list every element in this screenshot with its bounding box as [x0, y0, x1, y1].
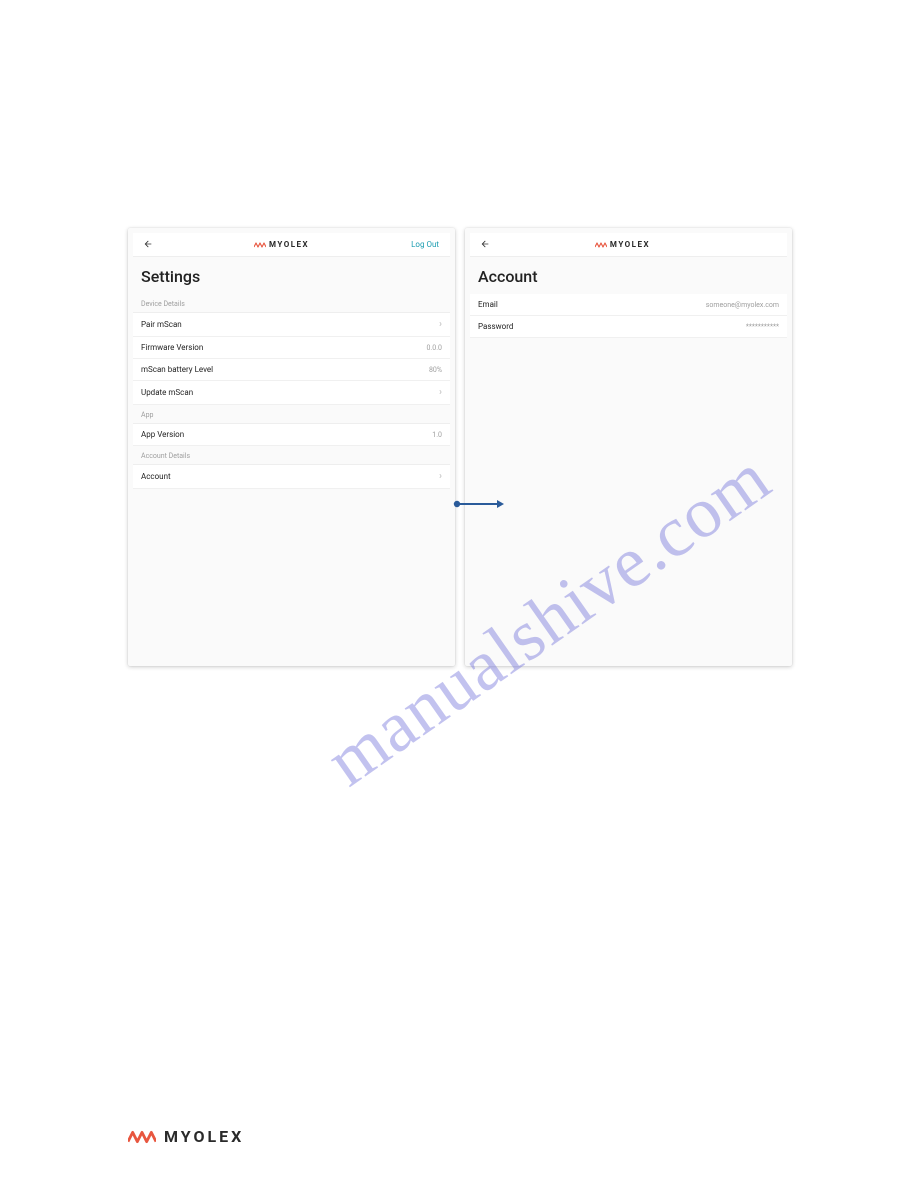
- account-row-label: Account: [141, 472, 171, 481]
- back-arrow-icon: [143, 239, 153, 249]
- footer-brand: MYOLEX: [128, 1127, 244, 1146]
- back-arrow-icon: [480, 239, 490, 249]
- password-row[interactable]: Password ***********: [470, 316, 787, 338]
- chevron-right-icon: ›: [439, 319, 442, 330]
- device-details-header: Device Details: [133, 294, 450, 313]
- account-header-bar: MYOLEX: [470, 233, 787, 257]
- account-page-title: Account: [470, 257, 787, 294]
- update-mscan-row[interactable]: Update mScan ›: [133, 381, 450, 405]
- brand-name: MYOLEX: [610, 240, 650, 249]
- settings-page-title: Settings: [133, 257, 450, 294]
- pair-mscan-label: Pair mScan: [141, 320, 182, 329]
- app-version-row: App Version 1.0: [133, 424, 450, 446]
- email-label: Email: [478, 300, 498, 309]
- app-version-label: App Version: [141, 430, 184, 439]
- update-mscan-label: Update mScan: [141, 388, 193, 397]
- brand-icon: [595, 241, 607, 249]
- back-button[interactable]: [139, 236, 157, 254]
- pair-mscan-row[interactable]: Pair mScan ›: [133, 313, 450, 337]
- account-details-header: Account Details: [133, 446, 450, 465]
- settings-screenshot: MYOLEX Log Out Settings Device Details P…: [128, 228, 455, 666]
- settings-header-bar: MYOLEX Log Out: [133, 233, 450, 257]
- password-value: ***********: [746, 323, 779, 331]
- password-label: Password: [478, 322, 513, 331]
- brand-icon: [128, 1129, 156, 1145]
- email-row[interactable]: Email someone@myolex.com: [470, 294, 787, 316]
- account-screenshot: MYOLEX Account Email someone@myolex.com …: [465, 228, 792, 666]
- back-button[interactable]: [476, 236, 494, 254]
- app-version-value: 1.0: [432, 431, 442, 439]
- chevron-right-icon: ›: [439, 471, 442, 482]
- logout-button[interactable]: Log Out: [406, 238, 444, 251]
- brand-name: MYOLEX: [269, 240, 309, 249]
- app-section-header: App: [133, 405, 450, 424]
- brand-logo: MYOLEX: [254, 240, 309, 249]
- brand-icon: [254, 241, 266, 249]
- firmware-version-label: Firmware Version: [141, 343, 203, 352]
- firmware-version-row: Firmware Version 0.0.0: [133, 337, 450, 359]
- email-value: someone@myolex.com: [706, 301, 779, 309]
- battery-level-value: 80%: [429, 366, 442, 374]
- footer-brand-name: MYOLEX: [164, 1127, 244, 1146]
- account-row[interactable]: Account ›: [133, 465, 450, 489]
- firmware-version-value: 0.0.0: [427, 344, 443, 352]
- chevron-right-icon: ›: [439, 387, 442, 398]
- brand-logo: MYOLEX: [595, 240, 650, 249]
- battery-level-label: mScan battery Level: [141, 365, 213, 374]
- screenshots-row: MYOLEX Log Out Settings Device Details P…: [128, 228, 792, 666]
- battery-level-row: mScan battery Level 80%: [133, 359, 450, 381]
